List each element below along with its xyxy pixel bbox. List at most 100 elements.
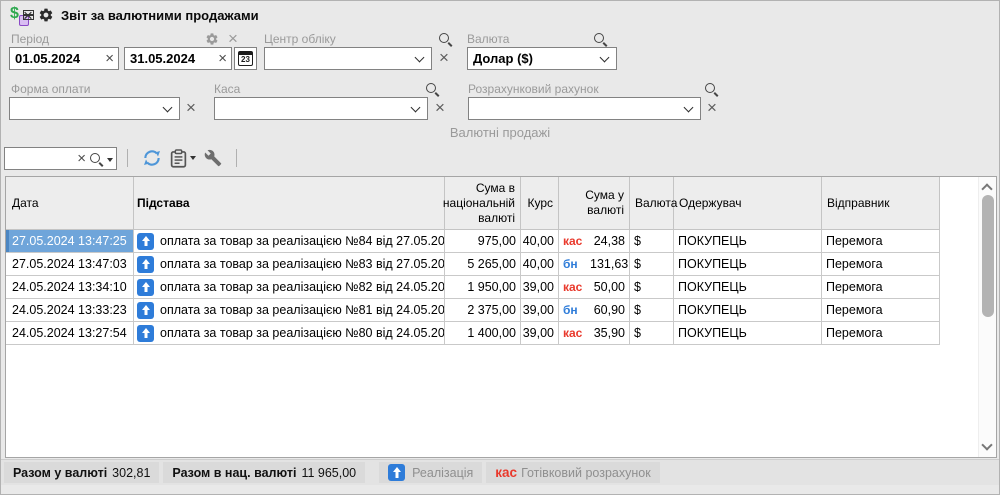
- vertical-scrollbar[interactable]: [978, 177, 996, 457]
- period-to-clear-icon[interactable]: ×: [218, 50, 227, 68]
- table-row[interactable]: 27.05.2024 13:47:25 оплата за товар за р…: [6, 230, 940, 253]
- cell-sender[interactable]: Перемога: [822, 276, 940, 298]
- cell-currency[interactable]: $: [630, 276, 674, 298]
- table-row[interactable]: 27.05.2024 13:47:03 оплата за товар за р…: [6, 253, 940, 276]
- cell-date[interactable]: 27.05.2024 13:47:25: [6, 230, 134, 252]
- cash-desk-clear-icon[interactable]: ×: [435, 98, 445, 118]
- cell-rate[interactable]: 39,00: [521, 322, 559, 344]
- column-header-basis[interactable]: Підстава: [134, 177, 445, 229]
- payment-form-combo[interactable]: [9, 97, 180, 120]
- scrollbar-thumb[interactable]: [982, 195, 994, 317]
- cell-sender[interactable]: Перемога: [822, 230, 940, 252]
- table-row[interactable]: 24.05.2024 13:33:23 оплата за товар за р…: [6, 299, 940, 322]
- period-settings-gear-icon[interactable]: [205, 32, 219, 46]
- column-header-currency[interactable]: Валюта: [630, 177, 674, 229]
- cell-receiver[interactable]: ПОКУПЕЦЬ: [674, 253, 822, 275]
- cell-rate[interactable]: 40,00: [521, 230, 559, 252]
- cell-amount-currency[interactable]: бн60,90: [559, 299, 630, 321]
- legend-realization-label: Реалізація: [412, 466, 473, 480]
- bank-account-clear-icon[interactable]: ×: [707, 98, 717, 118]
- period-clear-icon[interactable]: ×: [228, 29, 238, 49]
- period-from-value: 01.05.2024: [15, 51, 80, 66]
- cell-amount-currency[interactable]: кас24,38: [559, 230, 630, 252]
- realization-up-arrow-icon: [137, 325, 154, 342]
- close-icon: ×: [23, 7, 33, 24]
- cell-date[interactable]: 24.05.2024 13:33:23: [6, 299, 134, 321]
- cell-sender[interactable]: Перемога: [822, 253, 940, 275]
- tools-button[interactable]: [200, 146, 226, 170]
- realization-up-arrow-icon: [388, 464, 405, 481]
- cell-currency[interactable]: $: [630, 253, 674, 275]
- cell-currency[interactable]: $: [630, 299, 674, 321]
- search-clear-icon[interactable]: ×: [77, 150, 86, 168]
- legend-cash: кас Готівковий розрахунок: [486, 462, 659, 483]
- period-to-field[interactable]: 31.05.2024 ×: [124, 47, 232, 70]
- legend-realization: Реалізація: [379, 462, 482, 483]
- cell-amount-currency[interactable]: бн131,63: [559, 253, 630, 275]
- payment-form-clear-icon[interactable]: ×: [186, 98, 196, 118]
- cell-amount-national[interactable]: 975,00: [445, 230, 521, 252]
- cell-date[interactable]: 27.05.2024 13:47:03: [6, 253, 134, 275]
- column-header-sender[interactable]: Відправник: [822, 177, 940, 229]
- cell-currency[interactable]: $: [630, 322, 674, 344]
- bank-account-label: Розрахунковий рахунок: [468, 82, 599, 96]
- cell-date[interactable]: 24.05.2024 13:27:54: [6, 322, 134, 344]
- cell-basis[interactable]: оплата за товар за реалізацією №84 від 2…: [134, 230, 445, 252]
- cell-amount-national[interactable]: 2 375,00: [445, 299, 521, 321]
- cell-amount-national[interactable]: 5 265,00: [445, 253, 521, 275]
- table-header-row: Дата Підстава Сума в національній валюті…: [6, 177, 940, 230]
- pay-type-badge: кас: [563, 280, 590, 294]
- period-from-field[interactable]: 01.05.2024 ×: [9, 47, 119, 70]
- quick-search-box[interactable]: ×: [4, 147, 117, 170]
- period-from-clear-icon[interactable]: ×: [105, 50, 114, 68]
- pay-type-badge: бн: [563, 303, 590, 317]
- cell-rate[interactable]: 40,00: [521, 253, 559, 275]
- cell-amount-currency[interactable]: кас50,00: [559, 276, 630, 298]
- column-header-date[interactable]: Дата: [6, 177, 134, 229]
- column-header-amount-national[interactable]: Сума в національній валюті: [445, 177, 521, 229]
- calendar-button[interactable]: 23: [234, 47, 257, 70]
- cell-rate[interactable]: 39,00: [521, 276, 559, 298]
- cell-basis[interactable]: оплата за товар за реалізацією №80 від 2…: [134, 322, 445, 344]
- chevron-down-icon: [684, 103, 694, 113]
- cell-amount-national[interactable]: 1 950,00: [445, 276, 521, 298]
- cell-currency[interactable]: $: [630, 230, 674, 252]
- search-icon[interactable]: [89, 152, 104, 167]
- accounting-center-search-icon[interactable]: [438, 32, 453, 47]
- cell-receiver[interactable]: ПОКУПЕЦЬ: [674, 276, 822, 298]
- legend-cash-label: Готівковий розрахунок: [521, 466, 651, 480]
- cell-basis[interactable]: оплата за товар за реалізацією №82 від 2…: [134, 276, 445, 298]
- cash-desk-combo[interactable]: [214, 97, 428, 120]
- scroll-down-icon[interactable]: [981, 439, 992, 450]
- report-button[interactable]: [166, 146, 200, 170]
- currency-combo[interactable]: Долар ($): [467, 47, 617, 70]
- accounting-center-clear-icon[interactable]: ×: [439, 48, 449, 68]
- currency-search-icon[interactable]: [593, 32, 608, 47]
- cell-rate[interactable]: 39,00: [521, 299, 559, 321]
- cell-receiver[interactable]: ПОКУПЕЦЬ: [674, 230, 822, 252]
- cell-receiver[interactable]: ПОКУПЕЦЬ: [674, 299, 822, 321]
- table-row[interactable]: 24.05.2024 13:34:10 оплата за товар за р…: [6, 276, 940, 299]
- bank-account-search-icon[interactable]: [704, 82, 719, 97]
- scroll-up-icon[interactable]: [981, 183, 992, 194]
- search-input[interactable]: [8, 149, 76, 168]
- column-header-rate[interactable]: Курс: [521, 177, 559, 229]
- cell-sender[interactable]: Перемога: [822, 299, 940, 321]
- table-row[interactable]: 24.05.2024 13:27:54 оплата за товар за р…: [6, 322, 940, 345]
- cell-sender[interactable]: Перемога: [822, 322, 940, 344]
- cell-basis[interactable]: оплата за товар за реалізацією №83 від 2…: [134, 253, 445, 275]
- cell-amount-currency[interactable]: кас35,90: [559, 322, 630, 344]
- chevron-down-icon: [415, 53, 425, 63]
- cell-amount-national[interactable]: 1 400,00: [445, 322, 521, 344]
- accounting-center-combo[interactable]: [264, 47, 432, 70]
- bank-account-combo[interactable]: [468, 97, 701, 120]
- column-header-receiver[interactable]: Одержувач: [674, 177, 822, 229]
- close-button[interactable]: ×: [10, 1, 46, 29]
- search-options-caret-icon[interactable]: [107, 158, 113, 162]
- cell-receiver[interactable]: ПОКУПЕЦЬ: [674, 322, 822, 344]
- cell-basis[interactable]: оплата за товар за реалізацією №81 від 2…: [134, 299, 445, 321]
- cell-date[interactable]: 24.05.2024 13:34:10: [6, 276, 134, 298]
- column-header-amount-currency[interactable]: Сума у валюті: [559, 177, 630, 229]
- refresh-button[interactable]: [138, 146, 166, 170]
- cash-desk-search-icon[interactable]: [425, 82, 440, 97]
